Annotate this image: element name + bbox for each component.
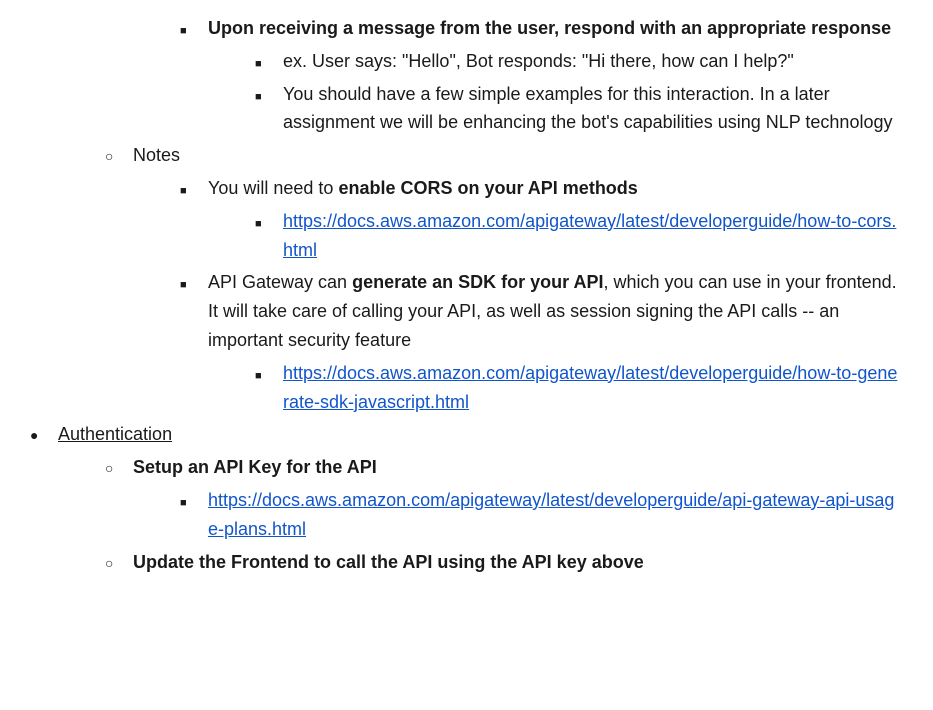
square-bullet-icon: ■ [255, 89, 283, 107]
list-item: ○ Notes [30, 141, 903, 170]
square-bullet-icon: ■ [180, 277, 208, 295]
list-item: ■ Upon receiving a message from the user… [30, 14, 903, 43]
setup-api-key-heading: Setup an API Key for the API [133, 453, 903, 482]
list-item: ■ https://docs.aws.amazon.com/apigateway… [30, 486, 903, 544]
circle-bullet-icon: ○ [105, 145, 133, 167]
list-item: ■ You will need to enable CORS on your A… [30, 174, 903, 203]
link-container: https://docs.aws.amazon.com/apigateway/l… [283, 207, 903, 265]
list-item: ■ https://docs.aws.amazon.com/apigateway… [30, 207, 903, 265]
list-item: ○ Setup an API Key for the API [30, 453, 903, 482]
generate-sdk-pre: API Gateway can [208, 272, 352, 292]
link-container: https://docs.aws.amazon.com/apigateway/l… [208, 486, 903, 544]
respond-heading: Upon receiving a message from the user, … [208, 14, 903, 43]
square-bullet-icon: ■ [180, 183, 208, 201]
circle-bullet-icon: ○ [105, 457, 133, 479]
list-item: ■ https://docs.aws.amazon.com/apigateway… [30, 359, 903, 417]
example-text: ex. User says: "Hello", Bot responds: "H… [283, 47, 903, 76]
notes-heading: Notes [133, 141, 903, 170]
simple-examples-text: You should have a few simple examples fo… [283, 80, 903, 138]
list-item: ○ Update the Frontend to call the API us… [30, 548, 903, 577]
update-frontend-heading: Update the Frontend to call the API usin… [133, 548, 903, 577]
generate-sdk-bold: generate an SDK for your API [352, 272, 603, 292]
link-container: https://docs.aws.amazon.com/apigateway/l… [283, 359, 903, 417]
list-item: ● Authentication [30, 420, 903, 449]
authentication-heading: Authentication [58, 420, 903, 449]
disc-bullet-icon: ● [30, 424, 58, 446]
api-key-link[interactable]: https://docs.aws.amazon.com/apigateway/l… [208, 490, 894, 539]
circle-bullet-icon: ○ [105, 552, 133, 574]
list-item: ■ API Gateway can generate an SDK for yo… [30, 268, 903, 354]
list-item: ■ You should have a few simple examples … [30, 80, 903, 138]
cors-link[interactable]: https://docs.aws.amazon.com/apigateway/l… [283, 211, 896, 260]
square-bullet-icon: ■ [255, 216, 283, 234]
enable-cors-bold: enable CORS on your API methods [338, 178, 637, 198]
enable-cors-text: You will need to enable CORS on your API… [208, 174, 903, 203]
generate-sdk-text: API Gateway can generate an SDK for your… [208, 268, 903, 354]
square-bullet-icon: ■ [180, 495, 208, 513]
square-bullet-icon: ■ [255, 368, 283, 386]
square-bullet-icon: ■ [255, 56, 283, 74]
sdk-link[interactable]: https://docs.aws.amazon.com/apigateway/l… [283, 363, 897, 412]
square-bullet-icon: ■ [180, 23, 208, 41]
document-list: ■ Upon receiving a message from the user… [30, 14, 903, 576]
enable-cors-pre: You will need to [208, 178, 338, 198]
list-item: ■ ex. User says: "Hello", Bot responds: … [30, 47, 903, 76]
